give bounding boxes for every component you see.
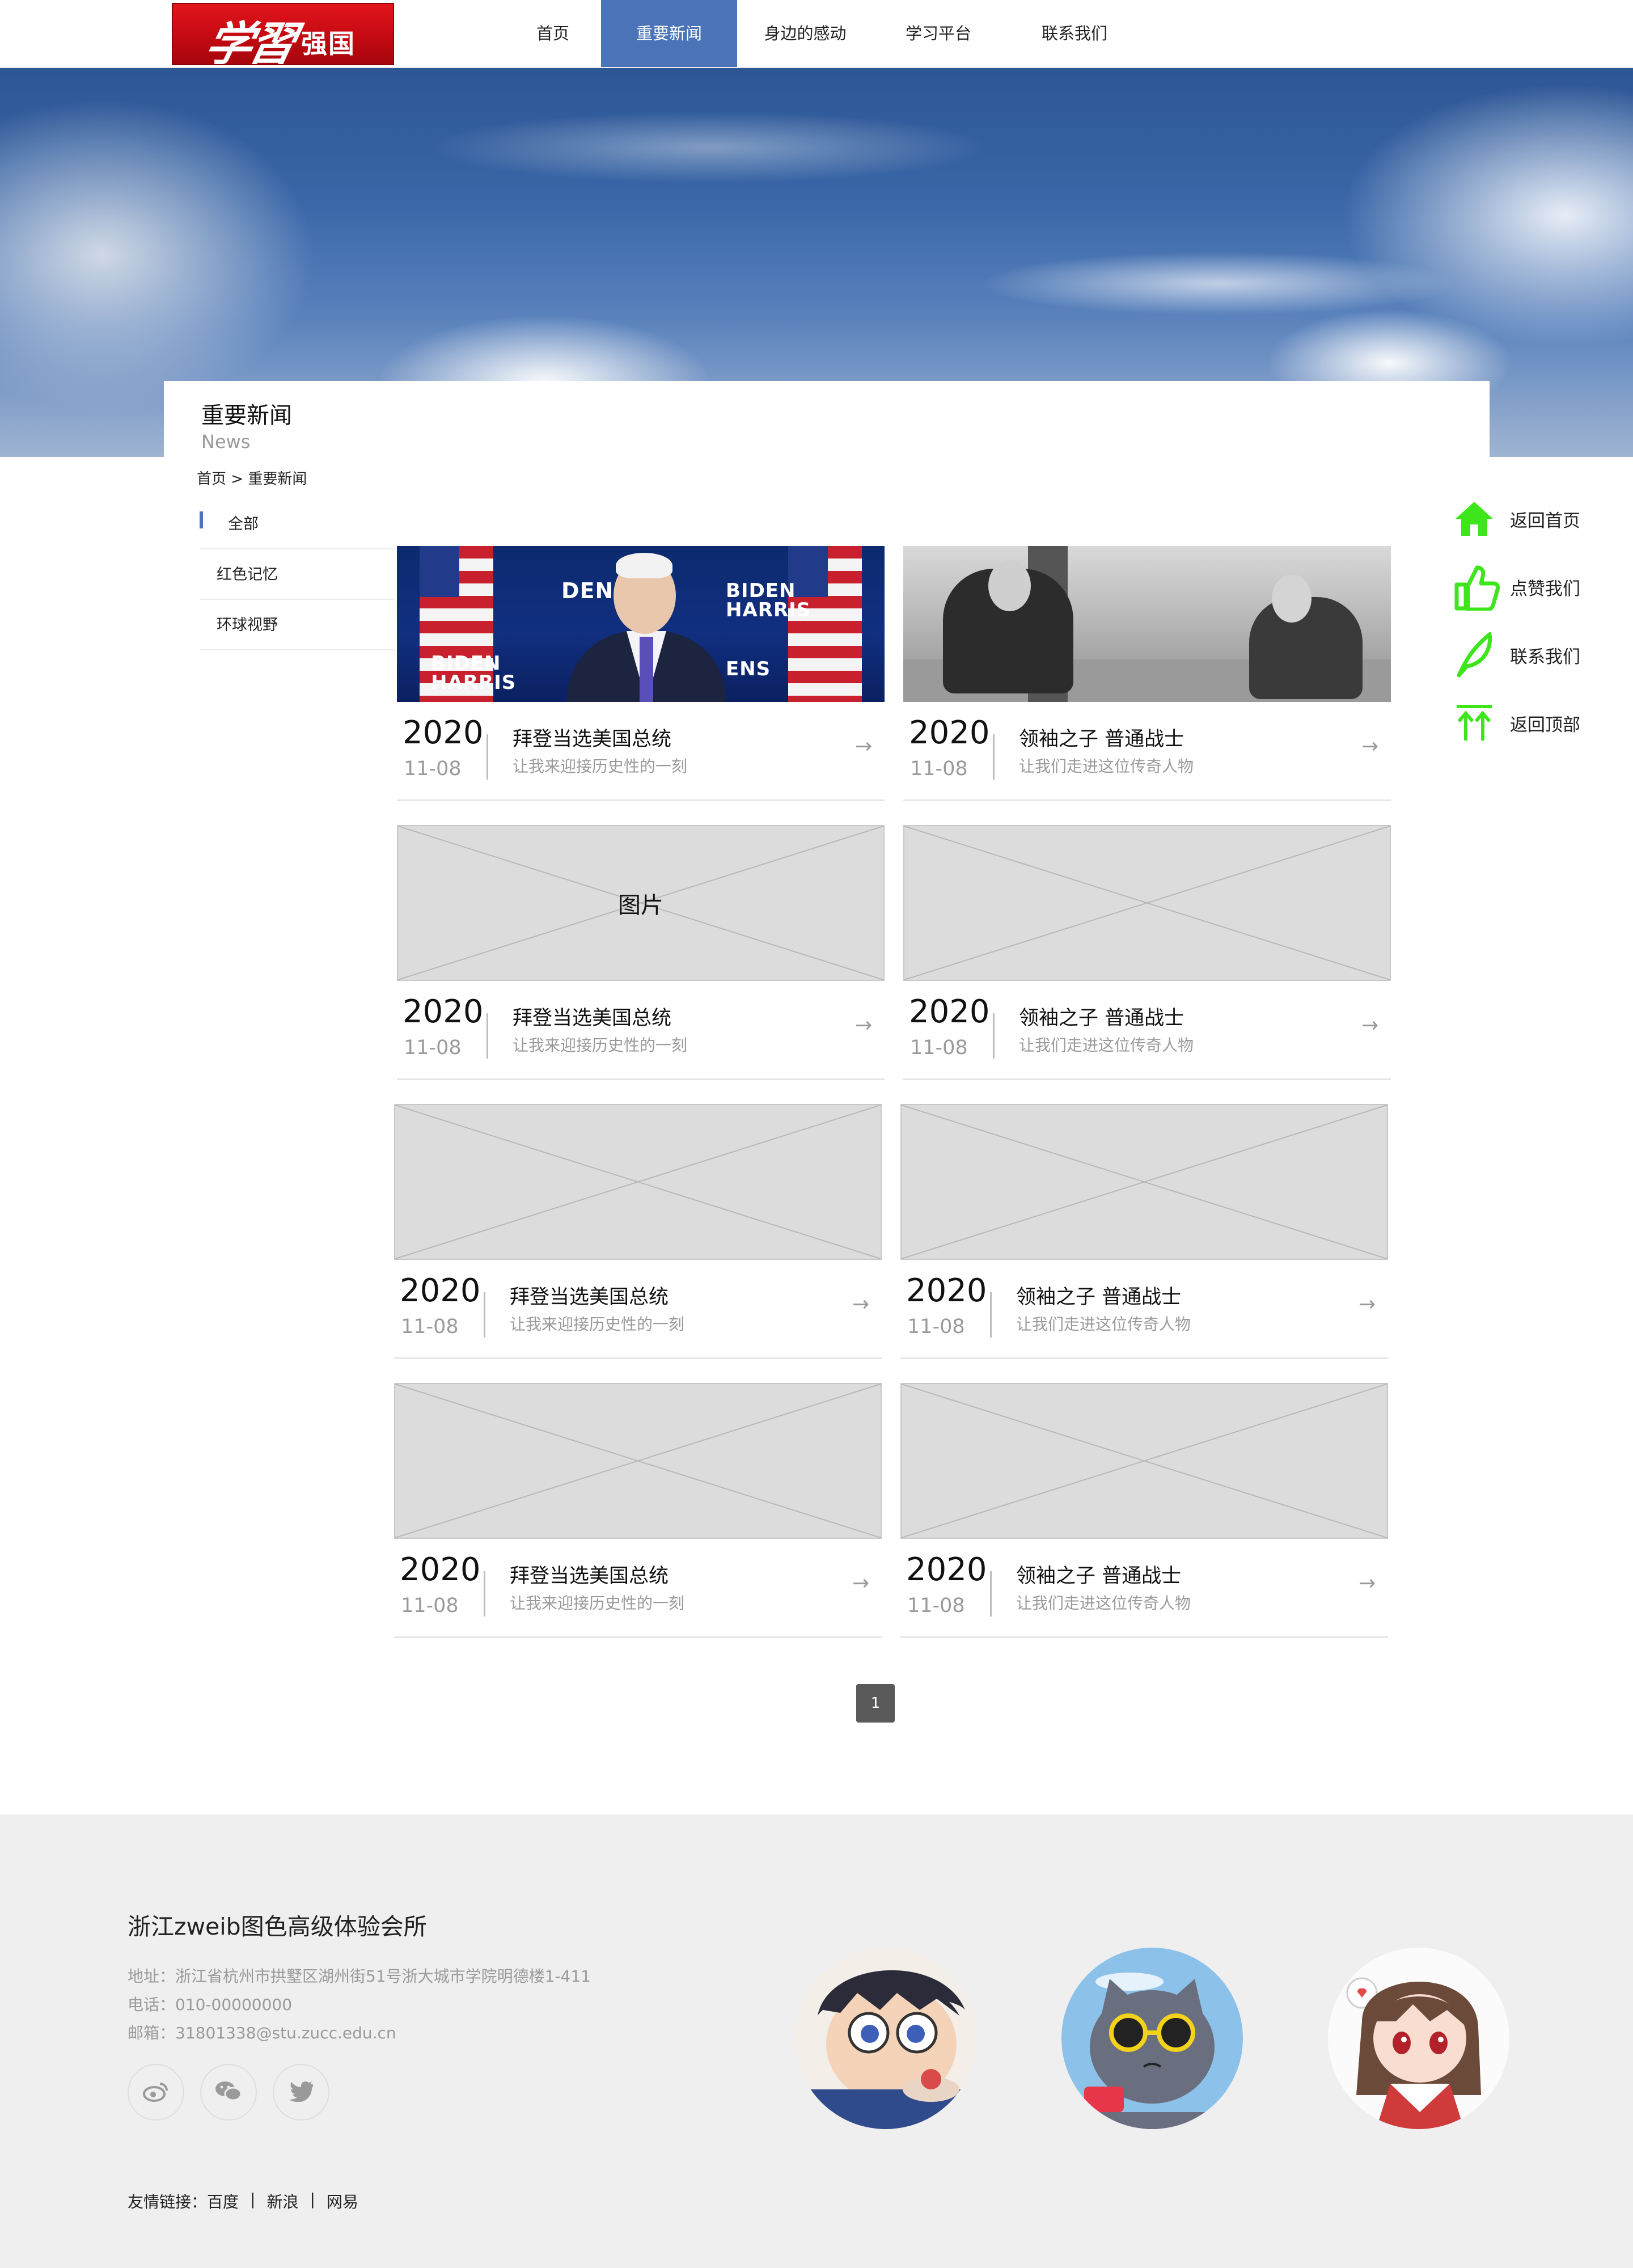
news-desc: 让我来迎接历史性的一刻 [510, 1315, 685, 1334]
image-placeholder-label: 图片 [618, 892, 663, 919]
news-desc: 让我来迎接历史性的一刻 [513, 1036, 688, 1055]
link-netease[interactable]: 网易 [327, 2190, 358, 2212]
news-year: 2020 [906, 1272, 987, 1309]
arrow-right-icon[interactable]: → [1359, 1573, 1376, 1594]
friend-links-label: 友情链接： [128, 2193, 208, 2211]
news-title[interactable]: 领袖之子 普通战士 [1019, 727, 1184, 751]
friend-links: 友情链接： 百度 | 新浪 | 网易 [128, 2190, 358, 2212]
pagination-page-button[interactable]: 1 [856, 1684, 895, 1723]
anime-girl-avatar[interactable] [1328, 1948, 1509, 2129]
arrow-right-icon[interactable]: → [852, 1294, 869, 1315]
news-desc: 让我们走进这位传奇人物 [1019, 1036, 1194, 1055]
news-year: 2020 [400, 1272, 481, 1309]
arrow-right-icon[interactable]: → [852, 1573, 869, 1594]
news-date: 11-08 [401, 1315, 459, 1338]
news-desc: 让我们走进这位传奇人物 [1019, 757, 1194, 776]
news-desc: 让我们走进这位传奇人物 [1016, 1594, 1191, 1613]
image-placeholder: 图片 [397, 825, 885, 981]
news-card[interactable]: 2020 11-08 领袖之子 普通战士 让我们走进这位传奇人物 → [903, 825, 1391, 1080]
footer-phone: 电话：010-00000000 [128, 1995, 293, 2014]
link-sina[interactable]: 新浪 [266, 2190, 298, 2212]
news-year: 2020 [403, 993, 484, 1030]
footer-email: 邮箱：31801338@stu.zucc.edu.cn [128, 2024, 396, 2042]
news-card[interactable]: 2020 11-08 拜登当选美国总统 让我来迎接历史性的一刻 → [394, 1383, 882, 1638]
footer-title: 浙江zweib图色高级体验会所 [128, 1913, 427, 1940]
news-year: 2020 [909, 714, 990, 751]
news-title[interactable]: 拜登当选美国总统 [510, 1285, 669, 1309]
anime-boy-avatar[interactable] [795, 1948, 976, 2129]
arrow-right-icon[interactable]: → [1361, 737, 1378, 757]
link-baidu[interactable]: 百度 [207, 2190, 239, 2212]
arrow-right-icon[interactable]: → [855, 1015, 872, 1036]
wechat-button[interactable] [200, 2064, 257, 2121]
image-placeholder [900, 1104, 1388, 1260]
twitter-button[interactable] [273, 2064, 329, 2121]
weibo-button[interactable] [128, 2064, 184, 2121]
image-placeholder [900, 1383, 1388, 1539]
arrow-right-icon[interactable]: → [1359, 1294, 1376, 1315]
news-title[interactable]: 拜登当选美国总统 [513, 1006, 671, 1030]
news-card[interactable]: DEN BIDEN HARRIS BIDEN HARRIS ENS 2020 11-… [397, 546, 885, 801]
news-year: 2020 [403, 714, 484, 751]
news-date: 11-08 [907, 1315, 965, 1338]
news-title[interactable]: 领袖之子 普通战士 [1016, 1285, 1181, 1309]
news-title[interactable]: 领袖之子 普通战士 [1016, 1564, 1181, 1588]
news-date: 11-08 [907, 1594, 965, 1617]
news-card[interactable]: 2020 11-08 领袖之子 普通战士 让我们走进这位传奇人物 → [903, 546, 1391, 801]
weibo-icon [143, 2080, 169, 2104]
arrow-right-icon[interactable]: → [1361, 1015, 1378, 1036]
election-photo: DEN BIDEN HARRIS BIDEN HARRIS ENS [397, 546, 885, 702]
news-card[interactable]: 2020 11-08 领袖之子 普通战士 让我们走进这位传奇人物 → [900, 1104, 1388, 1359]
news-title[interactable]: 领袖之子 普通战士 [1019, 1006, 1184, 1030]
news-date: 11-08 [401, 1594, 459, 1617]
image-placeholder [394, 1383, 882, 1539]
black-white-photo [903, 546, 1391, 702]
news-card[interactable]: 2020 11-08 领袖之子 普通战士 让我们走进这位传奇人物 → [900, 1383, 1388, 1638]
cat-sunglasses-avatar[interactable] [1061, 1948, 1243, 2129]
news-date: 11-08 [910, 1036, 968, 1059]
news-year: 2020 [906, 1551, 987, 1588]
wechat-icon [214, 2080, 243, 2105]
image-placeholder [903, 825, 1391, 981]
news-desc: 让我来迎接历史性的一刻 [513, 757, 688, 776]
twitter-icon [289, 2080, 314, 2104]
news-date: 11-08 [404, 758, 462, 780]
news-card[interactable]: 2020 11-08 拜登当选美国总统 让我来迎接历史性的一刻 → [394, 1104, 882, 1359]
news-year: 2020 [909, 993, 990, 1030]
news-title[interactable]: 拜登当选美国总统 [513, 727, 671, 751]
news-desc: 让我们走进这位传奇人物 [1016, 1315, 1191, 1334]
news-card[interactable]: 图片 2020 11-08 拜登当选美国总统 让我来迎接历史性的一刻 → [397, 825, 885, 1080]
news-date: 11-08 [910, 758, 968, 780]
news-desc: 让我来迎接历史性的一刻 [510, 1594, 685, 1613]
news-grid: DEN BIDEN HARRIS BIDEN HARRIS ENS 2020 11-… [0, 0, 1633, 1701]
footer-address: 地址：浙江省杭州市拱墅区湖州街51号浙大城市学院明德楼1-411 [128, 1967, 591, 1986]
image-placeholder [394, 1104, 882, 1260]
news-title[interactable]: 拜登当选美国总统 [510, 1564, 669, 1588]
arrow-right-icon[interactable]: → [855, 737, 872, 757]
news-year: 2020 [400, 1551, 481, 1588]
news-date: 11-08 [404, 1036, 462, 1059]
